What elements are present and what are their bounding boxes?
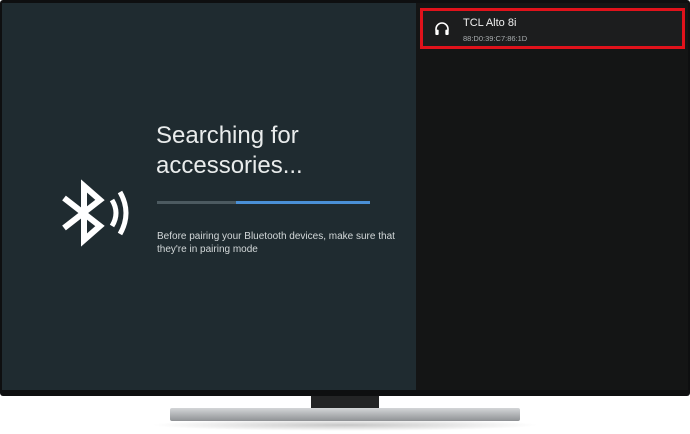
searching-title: Searching for accessories... <box>156 122 303 179</box>
device-name: TCL Alto 8i <box>463 17 517 29</box>
headphones-icon <box>435 22 449 35</box>
tv-screen: Searching for accessories... Before pair… <box>2 3 688 390</box>
tv-stand-base <box>170 408 520 421</box>
device-list-panel: TCL Alto 8i 88:D0:39:C7:86:1D <box>416 3 688 390</box>
search-progress-fill <box>236 201 370 204</box>
device-item-tcl-alto-8i[interactable]: TCL Alto 8i 88:D0:39:C7:86:1D <box>420 8 685 49</box>
tv-scene: Searching for accessories... Before pair… <box>0 0 690 434</box>
pairing-panel: Searching for accessories... Before pair… <box>2 3 416 390</box>
pairing-hint: Before pairing your Bluetooth devices, m… <box>157 231 395 255</box>
search-progress-bar <box>157 201 370 204</box>
bluetooth-searching-icon <box>62 179 129 247</box>
tv-frame: Searching for accessories... Before pair… <box>0 0 690 396</box>
device-mac-address: 88:D0:39:C7:86:1D <box>463 34 528 43</box>
tv-stand-neck <box>311 396 379 408</box>
